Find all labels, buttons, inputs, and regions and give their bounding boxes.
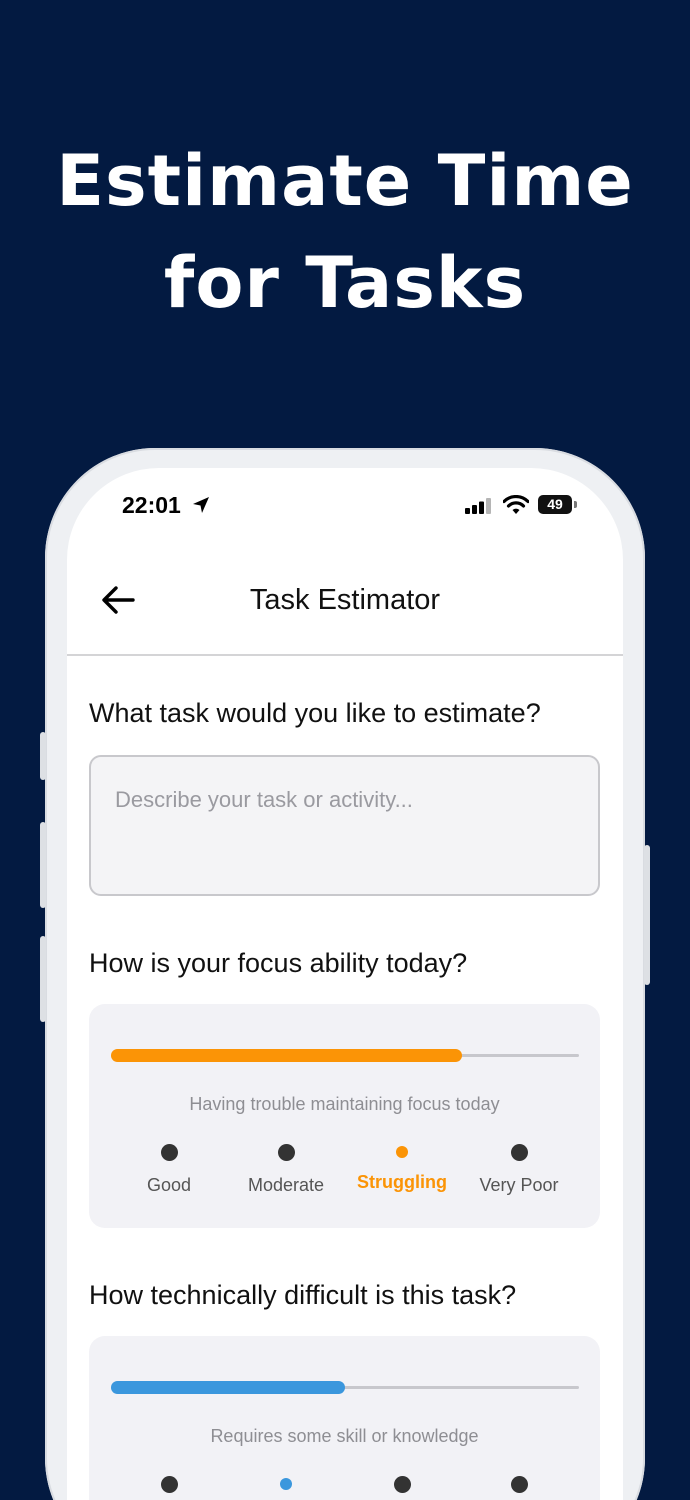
difficulty-option[interactable] — [109, 1474, 229, 1493]
difficulty-slider-fill[interactable] — [111, 1381, 345, 1394]
focus-option[interactable]: Very Poor — [459, 1142, 579, 1196]
headline-line-2: for Tasks — [163, 242, 527, 324]
focus-option-dot — [160, 1144, 178, 1161]
focus-option-label: Very Poor — [479, 1175, 559, 1195]
difficulty-option-dot — [393, 1476, 411, 1493]
phone-volume-up — [40, 822, 46, 908]
difficulty-option[interactable] — [342, 1474, 462, 1493]
promo-headline: Estimate Time for Tasks — [0, 130, 690, 334]
focus-description: Having trouble maintaining focus today — [189, 1094, 500, 1114]
nav-bar: Task Estimator — [67, 548, 623, 656]
focus-option-label: Good — [146, 1175, 192, 1195]
focus-option-label: Moderate — [247, 1175, 325, 1195]
status-time: 22:01 — [122, 492, 181, 518]
difficulty-option-dot — [160, 1476, 178, 1493]
focus-question-label: How is your focus ability today? — [89, 948, 468, 978]
focus-option[interactable]: Good — [109, 1142, 229, 1196]
focus-option-dot — [510, 1144, 528, 1161]
task-question-label: What task would you like to estimate? — [89, 698, 541, 728]
focus-slider-fill[interactable] — [111, 1049, 462, 1062]
location-arrow-icon — [193, 497, 209, 513]
signal-icon — [465, 498, 491, 514]
phone-volume-down — [40, 936, 46, 1022]
headline-line-1: Estimate Time — [56, 140, 634, 222]
focus-slider-card: Having trouble maintaining focus today G… — [89, 1004, 600, 1228]
difficulty-description: Requires some skill or knowledge — [210, 1426, 479, 1446]
difficulty-slider-card: Requires some skill or knowledge — [89, 1336, 600, 1500]
battery-cap — [574, 501, 577, 508]
focus-option-label: Struggling — [357, 1172, 447, 1192]
app-screen: 22:01 49 Task Estimator What task would … — [67, 468, 623, 1500]
focus-option-dot — [396, 1146, 408, 1158]
focus-option[interactable]: Moderate — [226, 1142, 346, 1196]
difficulty-option[interactable] — [459, 1474, 579, 1493]
status-bar: 22:01 49 — [67, 468, 623, 548]
phone-power-button — [644, 845, 650, 985]
focus-option-dot — [277, 1144, 295, 1161]
page-title: Task Estimator — [249, 584, 441, 616]
task-description-input[interactable] — [89, 755, 600, 896]
difficulty-option-dot — [510, 1476, 528, 1493]
difficulty-question-label: How technically difficult is this task? — [89, 1280, 517, 1310]
wifi-icon — [503, 495, 529, 514]
focus-option[interactable]: Struggling — [342, 1142, 462, 1193]
phone-mute-switch — [40, 732, 46, 780]
battery-icon: 49 — [538, 495, 572, 514]
difficulty-option-dot — [280, 1478, 292, 1490]
difficulty-option[interactable] — [226, 1474, 346, 1493]
